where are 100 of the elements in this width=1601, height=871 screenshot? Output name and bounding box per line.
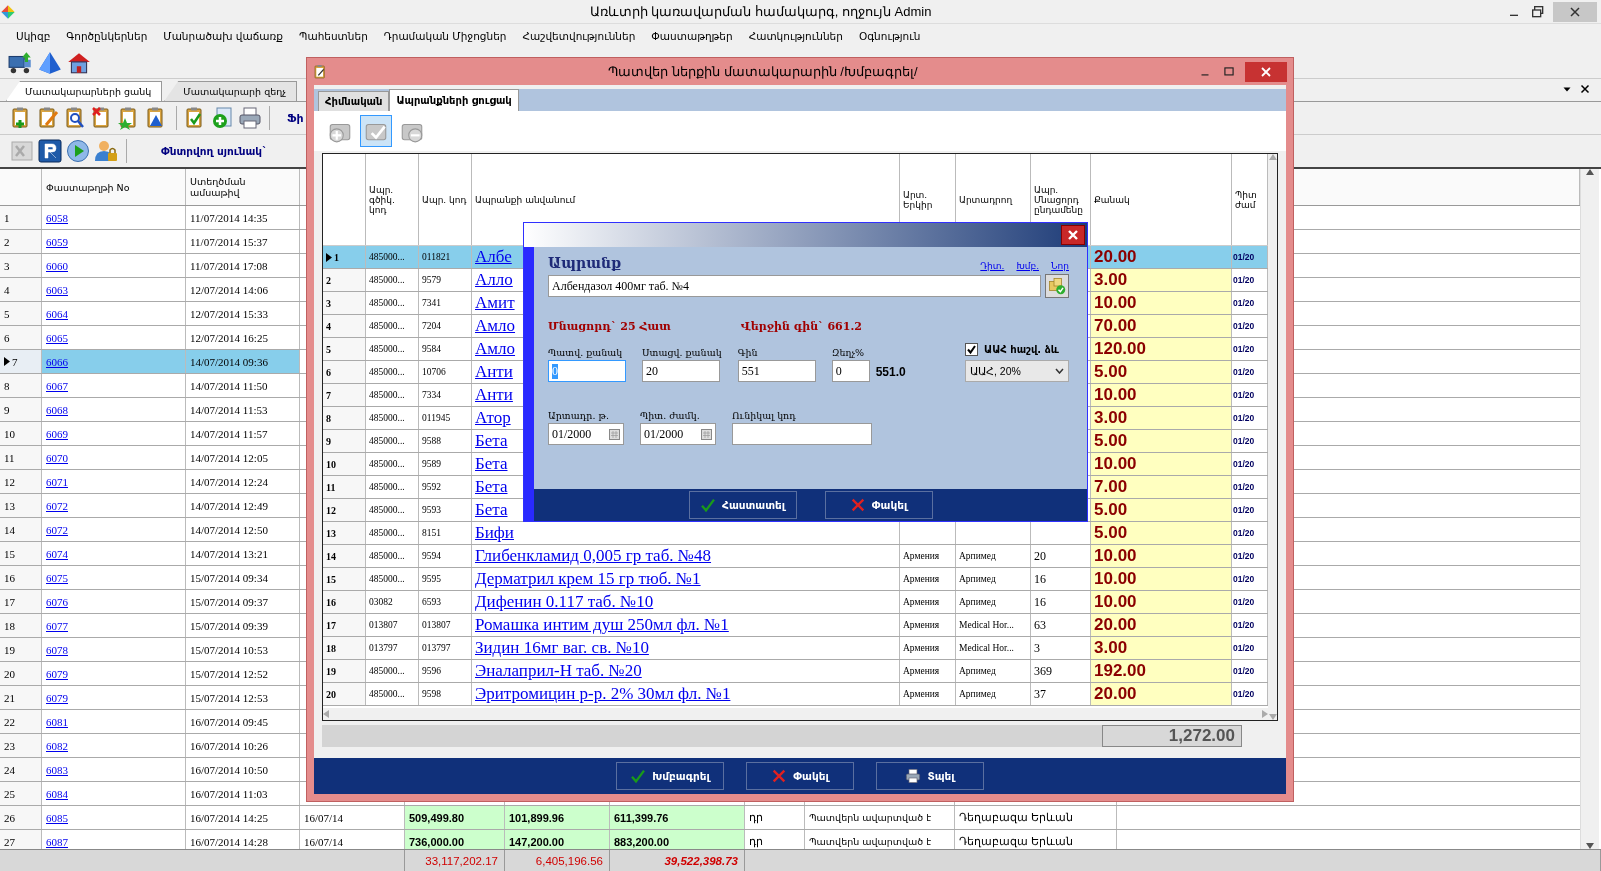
document-link[interactable]: 6063 — [46, 283, 68, 296]
pyramid-icon[interactable] — [37, 50, 63, 76]
product-link[interactable]: Зидин 16мг ваг. св. №10 — [475, 638, 649, 658]
row-number: 13 — [326, 527, 336, 539]
action-link[interactable]: Խմբ. — [1016, 261, 1039, 271]
product-link[interactable]: Анти — [475, 385, 513, 405]
scroll-up-icon[interactable] — [1586, 169, 1594, 175]
document-link[interactable]: 6070 — [46, 451, 68, 464]
date-field[interactable]: 01/2000 — [640, 423, 716, 445]
product-link[interactable]: Эналаприл-Н таб. №20 — [475, 661, 642, 681]
input-field[interactable]: 20 — [642, 360, 720, 382]
product-link[interactable]: Амит — [475, 293, 515, 313]
menu-item[interactable]: Օգնություն — [850, 27, 929, 45]
document-link[interactable]: 6081 — [46, 715, 68, 728]
document-link[interactable]: 6076 — [46, 595, 68, 608]
document-link[interactable]: 6059 — [46, 235, 68, 248]
menu-item[interactable]: Պահեստներ — [291, 27, 376, 45]
menu-item[interactable]: Մանրածախ վաճառք — [155, 27, 291, 45]
product-link[interactable]: Эритромицин р-р. 2% 30мл фл. №1 — [475, 684, 731, 704]
document-link[interactable]: 6072 — [46, 499, 68, 512]
action-link[interactable]: Նոր — [1051, 261, 1069, 271]
truck-icon[interactable] — [8, 50, 34, 76]
document-link[interactable]: 6075 — [46, 571, 68, 584]
product-link[interactable]: Анти — [475, 362, 513, 382]
document-link[interactable]: 6071 — [46, 475, 68, 488]
document-link[interactable]: 6079 — [46, 691, 68, 704]
maximize-icon[interactable] — [1221, 64, 1237, 79]
product-link[interactable]: Дерматрил крем 15 гр тюб. №1 — [475, 569, 701, 589]
tab[interactable]: Մատակարարների ցանկ — [6, 81, 163, 101]
popup-button[interactable]: Հաստատել — [688, 491, 797, 519]
document-link[interactable]: 6082 — [46, 739, 68, 752]
document-link[interactable]: 6072 — [46, 523, 68, 536]
clipboard-edit-icon[interactable] — [37, 106, 61, 130]
popup-button[interactable]: Փակել — [824, 491, 933, 519]
document-link[interactable]: 6077 — [46, 619, 68, 632]
document-link[interactable]: 6078 — [46, 643, 68, 656]
menu-item[interactable]: Դրամական Միջոցներ — [375, 27, 515, 45]
tab[interactable]: Մատակարարի զեղչ — [164, 81, 298, 101]
date-field[interactable]: 01/2000 — [548, 423, 624, 445]
document-link[interactable]: 6065 — [46, 331, 68, 344]
document-link[interactable]: 6064 — [46, 307, 68, 320]
scroll-left-icon[interactable] — [323, 710, 329, 718]
user-lock-icon[interactable] — [94, 139, 118, 163]
product-link[interactable]: Бифи — [475, 523, 514, 543]
add-document-icon[interactable] — [211, 106, 235, 130]
menu-item[interactable]: Հաշվետվություններ — [514, 27, 644, 45]
document-link[interactable]: 6084 — [46, 787, 68, 800]
tab[interactable]: Հիմնական — [318, 91, 390, 111]
document-link[interactable]: 6085 — [46, 811, 68, 824]
product-link[interactable]: Албе — [475, 247, 512, 267]
document-link[interactable]: 6058 — [46, 211, 68, 224]
vat-rate-dropdown[interactable]: ԱԱՀ, 20% — [965, 360, 1069, 382]
table-cell: 14/07/2014 12:24 — [186, 470, 300, 493]
product-link[interactable]: Бета — [475, 431, 508, 451]
document-link[interactable]: 6069 — [46, 427, 68, 440]
action-link[interactable]: Դիտ. — [980, 261, 1005, 271]
report-icon[interactable] — [38, 139, 62, 163]
menu-item[interactable]: Փաստաթղթեր — [643, 27, 741, 45]
menu-item[interactable]: Հատկություններ — [740, 27, 851, 45]
product-link[interactable]: Ромашка интим душ 250мл фл. №1 — [475, 615, 729, 635]
document-link[interactable]: 6079 — [46, 667, 68, 680]
document-link[interactable]: 6068 — [46, 403, 68, 416]
input-field[interactable]: 551 — [737, 360, 816, 382]
printer-icon[interactable] — [238, 106, 262, 130]
document-link[interactable]: 6060 — [46, 259, 68, 272]
close-button[interactable] — [1245, 61, 1287, 82]
table-cell: 485000... — [366, 361, 419, 383]
play-icon[interactable] — [66, 139, 90, 163]
product-link[interactable]: Атор — [475, 408, 511, 428]
document-link[interactable]: 6083 — [46, 763, 68, 776]
input-field[interactable]: 0 — [831, 360, 870, 382]
product-link[interactable]: Дифенин 0.117 таб. №10 — [475, 592, 654, 612]
close-icon[interactable] — [1579, 83, 1591, 95]
input-field[interactable] — [732, 423, 872, 445]
document-link[interactable]: 6087 — [46, 835, 68, 848]
product-link[interactable]: Бета — [475, 500, 508, 520]
product-link[interactable]: Амло — [475, 339, 516, 359]
footer-button[interactable]: Խմբագրել — [616, 762, 724, 790]
product-link[interactable]: Амло — [475, 316, 516, 336]
product-link[interactable]: Бета — [475, 454, 508, 474]
checkbox[interactable] — [965, 343, 978, 356]
close-button[interactable] — [1061, 225, 1085, 245]
document-link[interactable]: 6067 — [46, 379, 68, 392]
tab[interactable]: Ապրանքների ցուցակ — [389, 89, 519, 111]
scrollbar[interactable] — [323, 708, 1268, 720]
scrollbar[interactable] — [1580, 169, 1599, 849]
calendar-icon[interactable] — [701, 428, 712, 440]
pick-product-button[interactable] — [1045, 274, 1069, 298]
document-link[interactable]: 6066 — [46, 355, 68, 368]
calendar-icon[interactable] — [609, 428, 620, 440]
footer-button[interactable]: Փակել — [746, 762, 854, 790]
table-cell: 7.00 — [1091, 476, 1232, 498]
footer-button[interactable]: Տպել — [876, 762, 984, 790]
product-field[interactable]: Албендазол 400мг таб. №4 — [548, 275, 1041, 297]
product-link[interactable]: Алло — [475, 270, 513, 290]
product-link[interactable]: Бета — [475, 477, 508, 497]
menu-item[interactable]: Գործընկերներ — [58, 27, 156, 45]
menu-item[interactable]: Սկիզբ — [8, 27, 59, 45]
product-link[interactable]: Глибенкламид 0,005 гр таб. №48 — [475, 546, 712, 566]
document-link[interactable]: 6074 — [46, 547, 68, 560]
